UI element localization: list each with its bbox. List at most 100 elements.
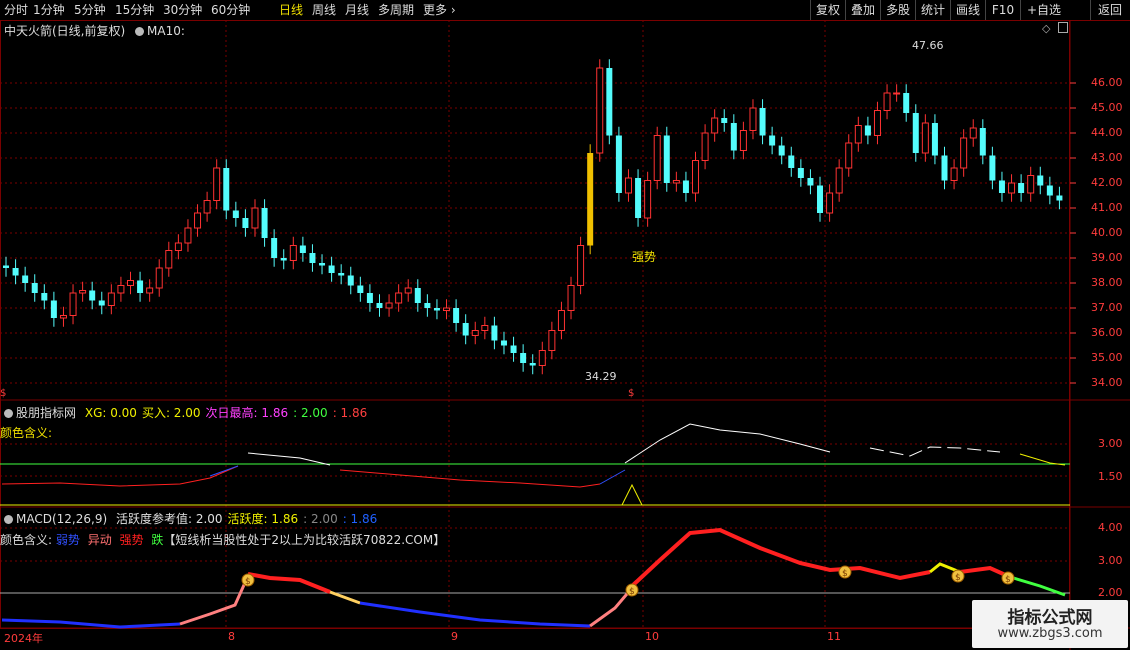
candle-down	[941, 155, 948, 181]
candle-up	[701, 132, 709, 161]
ind1-white-line	[247, 452, 331, 466]
indicator2-color-meaning: 颜色含义:	[0, 533, 53, 547]
diamond-icon[interactable]: ◇	[1042, 22, 1050, 35]
candle-up	[826, 192, 834, 214]
svg-text:$: $	[955, 573, 961, 583]
ind2-weak-line	[1, 618, 181, 629]
ind2-strong-line	[630, 527, 931, 588]
indicator2-legend-row: 颜色含义: 弱势 异动 强势 跌【短线析当股性处于2以上为比较活跃70822.C…	[0, 531, 445, 548]
main-panel-title: 中天火箭(日线,前复权) MA10:	[4, 22, 185, 39]
price-chart[interactable]: $ $ $ $ $	[0, 0, 1130, 650]
indicator1-value-1: 买入: 2.00	[141, 406, 201, 420]
candle-up	[893, 92, 901, 95]
watermark-url: www.zbgs3.com	[997, 626, 1103, 641]
candle-signal	[587, 153, 594, 246]
price-ytick: 39.00	[1091, 251, 1123, 264]
candle-down	[22, 275, 29, 283]
ind1-ytick: 3.00	[1098, 437, 1123, 450]
indicator2-title: MACD(12,26,9) 活跃度参考值: 2.00 活跃度: 1.86: 2.0…	[4, 510, 377, 527]
candle-up	[557, 310, 565, 331]
stock-title: 中天火箭(日线,前复权)	[4, 24, 126, 38]
candle-down	[989, 155, 996, 181]
ind2-strong-line	[247, 572, 331, 594]
candle-down	[319, 263, 326, 266]
candle-down	[500, 340, 507, 346]
indicator2-value-1: 活跃度: 1.86	[227, 512, 299, 526]
candle-down	[491, 325, 498, 341]
candle-down	[864, 125, 871, 136]
money-bag-icon: $	[1001, 571, 1015, 585]
indicator1-name: 股朋指标网	[16, 406, 77, 420]
price-ytick: 41.00	[1091, 201, 1123, 214]
indicator1-value-2: 次日最高: 1.86	[205, 406, 289, 420]
candle-down	[242, 218, 249, 228]
candle-up	[395, 292, 403, 304]
candle-down	[998, 180, 1005, 193]
legend-fall: 跌	[151, 533, 164, 547]
candle-up	[107, 292, 115, 306]
settings-circle-icon[interactable]	[4, 515, 13, 524]
indicator2-name: MACD(12,26,9)	[16, 512, 108, 526]
ind2-abnormal-line	[179, 575, 250, 626]
candle-down	[338, 273, 345, 276]
ind2-weak-line	[359, 601, 591, 628]
x-axis-label: 11	[827, 630, 841, 643]
candle-up	[471, 330, 479, 336]
candle-down	[979, 128, 986, 156]
price-ytick: 43.00	[1091, 151, 1123, 164]
candle-up	[653, 135, 661, 181]
candle-down	[510, 345, 517, 353]
candle-down	[433, 308, 440, 311]
candle-down	[1037, 175, 1044, 186]
candle-down	[98, 300, 105, 306]
candle-up	[711, 117, 719, 134]
candle-down	[903, 93, 910, 113]
candle-up	[165, 250, 173, 269]
candle-up	[644, 180, 652, 219]
candle-up	[538, 350, 546, 366]
candle-up	[969, 127, 977, 139]
candle-up	[443, 307, 451, 311]
money-bag-icon: $	[838, 565, 852, 579]
legend-abnormal: 异动	[87, 533, 112, 547]
settings-circle-icon[interactable]	[135, 27, 145, 36]
candle-down	[309, 253, 316, 263]
candle-up	[146, 287, 154, 294]
candle-down	[912, 113, 919, 153]
candle-down	[520, 353, 527, 363]
candle-down	[759, 108, 766, 136]
price-ytick: 45.00	[1091, 101, 1123, 114]
candle-down	[817, 185, 824, 213]
candle-up	[155, 267, 163, 289]
candle-up	[481, 325, 489, 331]
candle-up	[404, 287, 412, 294]
candle-up	[960, 137, 968, 169]
candle-down	[807, 178, 814, 186]
candle-down	[41, 293, 48, 301]
candle-up	[596, 67, 604, 154]
candle-up	[873, 110, 881, 136]
candle-up	[672, 180, 680, 184]
indicator1-value-4: : 1.86	[332, 406, 368, 420]
candle-down	[1056, 195, 1063, 201]
candle-up	[385, 302, 393, 309]
candle-up	[1027, 175, 1035, 194]
candle-down	[232, 210, 239, 218]
candle-down	[635, 178, 642, 218]
candle-up	[251, 207, 259, 229]
candle-down	[424, 303, 431, 308]
price-ytick: 42.00	[1091, 176, 1123, 189]
ind1-yellow-line	[1019, 453, 1066, 466]
candle-down	[615, 135, 622, 193]
candle-down	[376, 303, 383, 308]
x-axis-label: 2024年	[4, 632, 43, 645]
settings-circle-icon[interactable]	[4, 409, 13, 418]
candle-down	[1046, 185, 1053, 196]
candle-down	[3, 265, 9, 268]
candle-up	[749, 107, 757, 131]
x-axis-label: 10	[645, 630, 659, 643]
money-bag-icon: $	[951, 569, 965, 583]
candle-down	[682, 180, 689, 193]
window-square-icon[interactable]	[1058, 22, 1068, 33]
candle-up	[203, 200, 211, 214]
